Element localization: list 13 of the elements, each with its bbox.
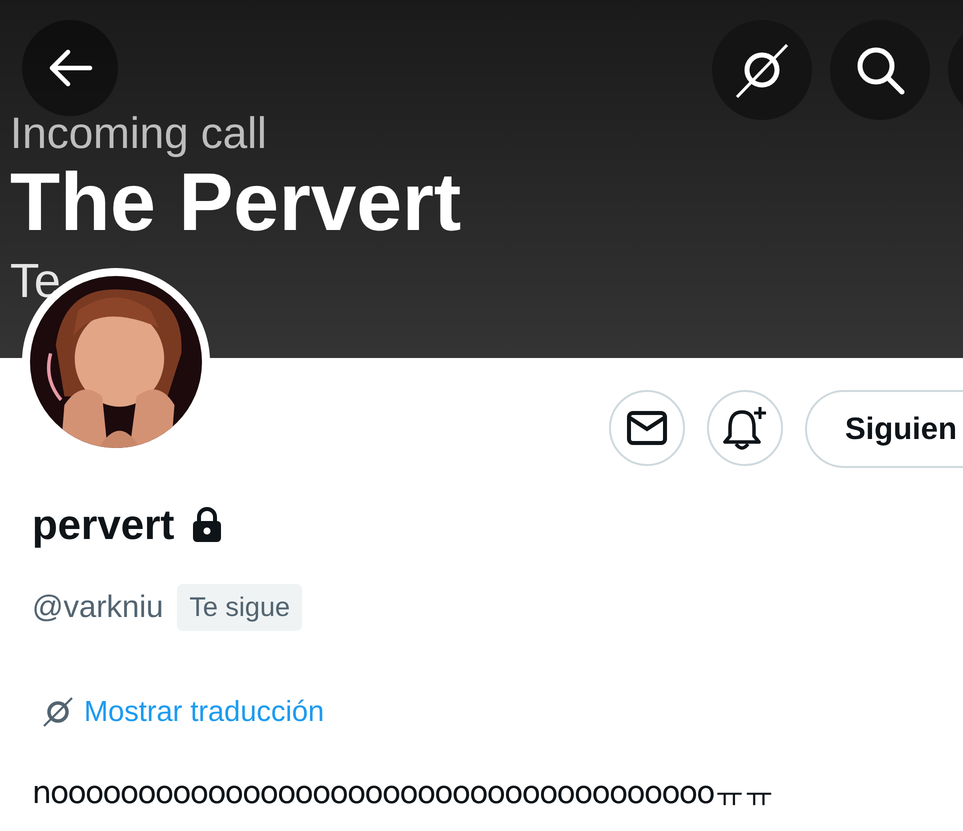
translate-icon — [733, 41, 791, 99]
profile-name: pervert — [32, 504, 174, 546]
follows-you-badge: Te sigue — [177, 584, 302, 630]
translate-icon — [42, 696, 74, 728]
profile-bio: nooooooooooooooooooooooooooooooooooooooㅠㅠ — [32, 774, 774, 813]
following-button[interactable]: Siguien — [805, 390, 963, 468]
bell-plus-icon — [722, 406, 768, 450]
message-button[interactable] — [609, 390, 685, 466]
profile-handle: @varkniu — [32, 588, 164, 626]
banner-title: The Pervert — [10, 162, 462, 244]
notify-button[interactable] — [707, 390, 783, 466]
envelope-icon — [627, 411, 667, 445]
banner-caption: Incoming call — [10, 112, 267, 156]
